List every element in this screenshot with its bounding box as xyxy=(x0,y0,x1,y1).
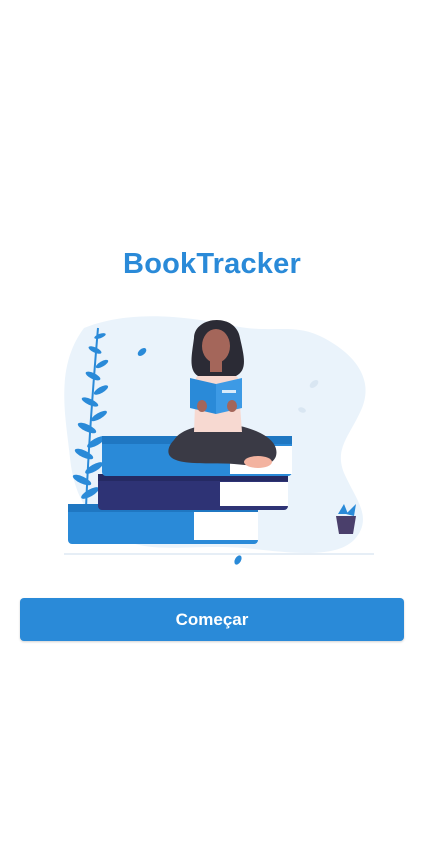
reading-illustration xyxy=(64,316,374,565)
start-button[interactable]: Começar xyxy=(20,598,404,641)
app-title: BookTracker xyxy=(123,248,301,280)
welcome-screen: BookTracker Começar xyxy=(0,0,424,868)
floating-leaf xyxy=(234,555,242,565)
book-middle xyxy=(98,474,288,510)
